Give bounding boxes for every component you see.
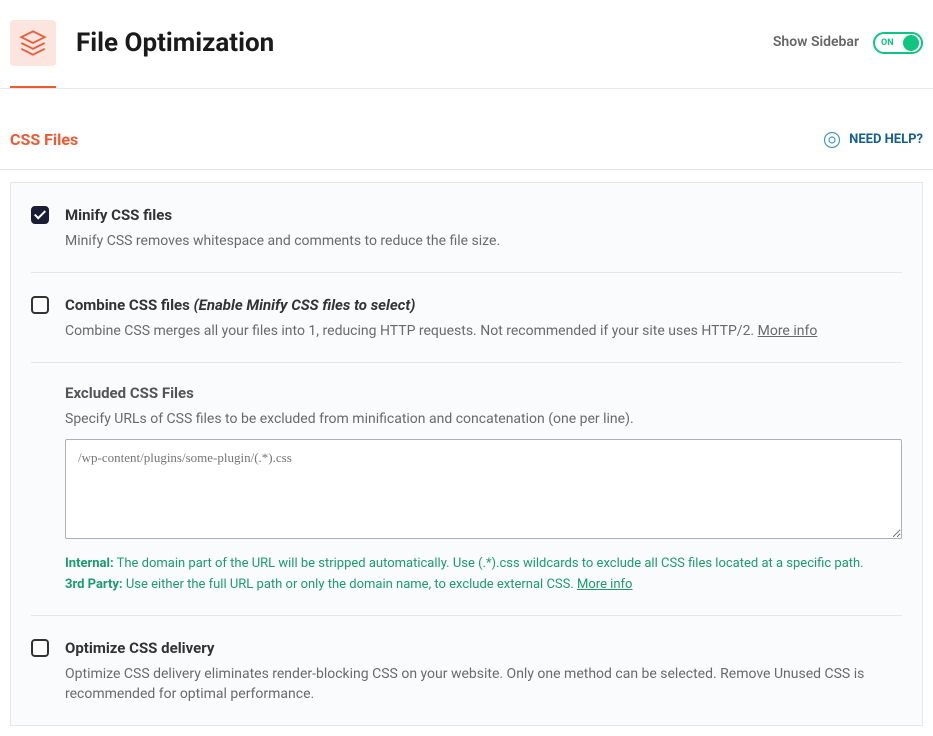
header-left: File Optimization: [10, 20, 274, 66]
toggle-knob: [903, 35, 919, 51]
minify-css-checkbox[interactable]: [31, 206, 49, 224]
css-options-panel: Minify CSS files Minify CSS removes whit…: [10, 182, 923, 725]
need-help-text: NEED HELP?: [849, 131, 923, 149]
minify-option-desc: Minify CSS removes whitespace and commen…: [65, 232, 902, 252]
hint-more-info-link[interactable]: More info: [577, 577, 632, 592]
combine-title-text: Combine CSS files: [65, 296, 190, 314]
combine-option-title: Combine CSS files (Enable Minify CSS fil…: [65, 295, 902, 316]
excluded-desc: Specify URLs of CSS files to be excluded…: [65, 410, 902, 430]
option-combine-css: Combine CSS files (Enable Minify CSS fil…: [31, 273, 902, 342]
excluded-css-block: Excluded CSS Files Specify URLs of CSS f…: [65, 363, 902, 596]
hint-3rdparty: 3rd Party: Use either the full URL path …: [65, 575, 902, 596]
page-title: File Optimization: [76, 25, 274, 61]
need-help-link[interactable]: NEED HELP?: [823, 131, 923, 149]
page-header: File Optimization Show Sidebar ON: [0, 0, 933, 86]
active-tab-marker: [10, 86, 56, 88]
excluded-title: Excluded CSS Files: [65, 383, 902, 404]
option-minify-css: Minify CSS files Minify CSS removes whit…: [31, 183, 902, 252]
help-icon: [823, 131, 841, 149]
combine-option-desc: Combine CSS merges all your files into 1…: [65, 322, 902, 342]
optimize-option-desc: Optimize CSS delivery eliminates render-…: [65, 665, 902, 704]
hint-3rdparty-label: 3rd Party:: [65, 577, 123, 592]
optimize-delivery-checkbox[interactable]: [31, 639, 49, 657]
layers-icon-tile: [10, 20, 56, 66]
hint-3rdparty-text: Use either the full URL path or only the…: [126, 577, 574, 592]
combine-css-checkbox[interactable]: [31, 296, 49, 314]
optimize-option-body: Optimize CSS delivery Optimize CSS deliv…: [65, 638, 902, 704]
excluded-css-textarea[interactable]: [65, 439, 902, 539]
optimize-option-title: Optimize CSS delivery: [65, 638, 902, 659]
show-sidebar-toggle-text: ON: [881, 37, 894, 50]
hint-internal-text: The domain part of the URL will be strip…: [117, 556, 864, 571]
hint-internal: Internal: The domain part of the URL wil…: [65, 554, 902, 575]
layers-icon: [19, 29, 47, 57]
combine-desc-text: Combine CSS merges all your files into 1…: [65, 323, 754, 339]
combine-option-body: Combine CSS files (Enable Minify CSS fil…: [65, 295, 902, 342]
section-header: CSS Files NEED HELP?: [0, 89, 933, 170]
section-title: CSS Files: [10, 129, 78, 151]
excluded-hints: Internal: The domain part of the URL wil…: [65, 554, 902, 596]
show-sidebar-toggle[interactable]: ON: [873, 32, 923, 54]
combine-more-info-link[interactable]: More info: [758, 323, 818, 339]
minify-option-title: Minify CSS files: [65, 205, 902, 226]
hint-internal-label: Internal:: [65, 556, 114, 571]
combine-title-note: (Enable Minify CSS files to select): [194, 296, 416, 314]
header-right: Show Sidebar ON: [773, 32, 923, 54]
minify-option-body: Minify CSS files Minify CSS removes whit…: [65, 205, 902, 252]
option-optimize-delivery: Optimize CSS delivery Optimize CSS deliv…: [31, 616, 902, 704]
show-sidebar-label: Show Sidebar: [773, 33, 859, 53]
